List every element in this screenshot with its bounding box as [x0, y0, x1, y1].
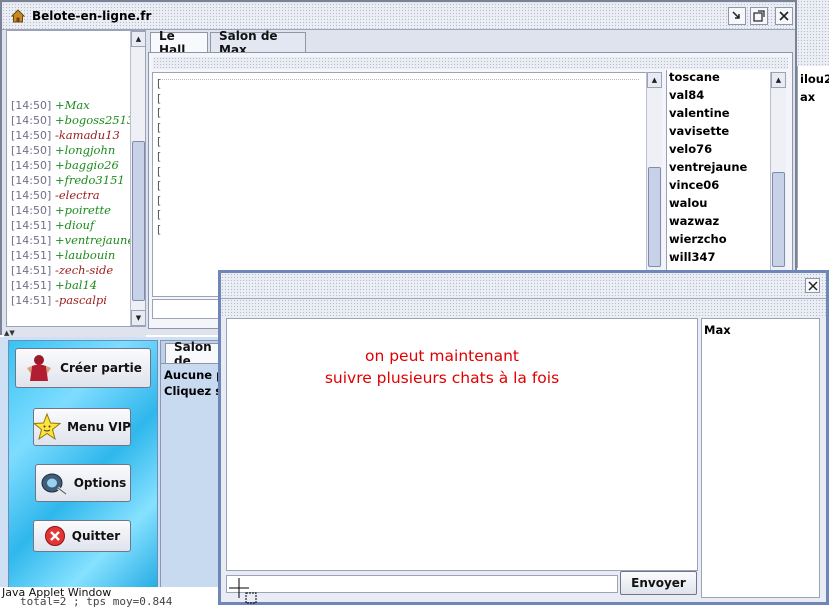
close-icon — [807, 280, 818, 291]
user-item[interactable]: will347 — [667, 248, 770, 266]
scroll-down-icon[interactable]: ▼ — [131, 310, 145, 326]
log-line: [14:50] +longjohn — [11, 143, 116, 157]
message-line: on peut maintenant — [364, 347, 519, 365]
activity-log-scrollbar[interactable]: ▲ ▼ — [130, 31, 145, 326]
hall-chat-scrollbar[interactable]: ▲ — [646, 72, 662, 272]
minimize-button[interactable] — [728, 7, 746, 25]
user-list-scrollbar[interactable]: ▲ — [770, 72, 786, 272]
hall-chat-lines: [ [ [ [ [ [ [ [ [ [ [ — [157, 77, 162, 236]
user-item[interactable]: wierzcho — [667, 230, 770, 248]
log-line: [14:50] +fredo3151 — [11, 173, 125, 187]
collapse-down-icon[interactable]: ▼ — [9, 329, 14, 337]
close-circle-icon — [44, 525, 66, 547]
log-line: [14:50] -kamadu13 — [11, 128, 120, 142]
scroll-thumb[interactable] — [772, 172, 785, 267]
console-text: total=2 ; tps moy=0.844 — [20, 595, 173, 608]
player-icon — [24, 354, 54, 382]
scroll-up-icon[interactable]: ▲ — [647, 72, 662, 88]
status-bar: Java Applet Window total=2 ; tps moy=0.8… — [0, 586, 220, 608]
log-line: [14:51] +diouf — [11, 218, 95, 232]
log-line: [14:50] +Max — [11, 98, 90, 112]
scroll-up-icon[interactable]: ▲ — [131, 31, 145, 47]
chat-popup-window: on peut maintenant suivre plusieurs chat… — [218, 270, 829, 605]
scroll-thumb[interactable] — [132, 141, 145, 301]
tab-salon-de-max[interactable]: Salon de Max — [210, 29, 306, 57]
main-title-bar[interactable]: Belote-en-ligne.fr — [2, 3, 795, 30]
home-icon — [10, 8, 26, 27]
log-line: [14:51] +bal14 — [11, 278, 98, 292]
window-title: Belote-en-ligne.fr — [32, 9, 152, 23]
log-line: [14:50] +poirette — [11, 203, 111, 217]
popup-header-band — [221, 299, 826, 317]
popup-message: on peut maintenant suivre plusieurs chat… — [227, 345, 657, 389]
user-item[interactable]: vavisette — [667, 122, 770, 140]
activity-log-panel: [14:50] +Max [14:50] +bogoss2513 [14:50]… — [6, 30, 146, 327]
user-list: toscane val84 valentine vavisette velo76… — [666, 70, 770, 270]
vip-menu-button[interactable]: Menu VIP — [33, 408, 131, 446]
maximize-button[interactable] — [750, 7, 768, 25]
popup-message-input[interactable] — [226, 575, 618, 593]
log-line: [14:50] +baggio26 — [11, 158, 119, 172]
user-item[interactable]: vince06 — [667, 176, 770, 194]
salon-panel: Salon de Aucune pa Cliquez su — [160, 340, 232, 588]
options-button[interactable]: Options — [35, 464, 131, 502]
popup-close-button[interactable] — [805, 278, 820, 293]
maximize-icon — [753, 10, 765, 22]
user-item[interactable]: toscane — [667, 70, 770, 86]
user-item[interactable]: ax — [798, 88, 829, 106]
star-icon — [33, 413, 62, 441]
user-item[interactable]: velo76 — [667, 140, 770, 158]
create-game-button[interactable]: Créer partie — [15, 348, 151, 388]
hall-chat-area: [ [ [ [ [ [ [ [ [ [ [ — [152, 72, 662, 297]
background-window-header — [797, 0, 829, 66]
log-line: [14:50] +bogoss2513 — [11, 113, 133, 127]
tab-le-hall[interactable]: Le Hall — [150, 29, 208, 57]
user-item[interactable]: wazwaz — [667, 212, 770, 230]
activity-log: [14:50] +Max [14:50] +bogoss2513 [14:50]… — [11, 98, 133, 308]
close-icon — [779, 11, 789, 21]
user-item[interactable]: valentine — [667, 104, 770, 122]
log-line: [14:51] -pascalpi — [11, 293, 107, 307]
quit-button[interactable]: Quitter — [33, 520, 131, 552]
splitter[interactable]: ▲▼ — [4, 329, 146, 337]
user-item[interactable]: ilou2l — [798, 70, 829, 88]
popup-chat-area: on peut maintenant suivre plusieurs chat… — [226, 318, 698, 571]
user-item[interactable]: walou — [667, 194, 770, 212]
user-item[interactable]: val84 — [667, 86, 770, 104]
log-line: [14:51] -zech-side — [11, 263, 114, 277]
background-window: ilou2l ax — [797, 66, 829, 268]
message-line: suivre plusieurs chats à la fois — [324, 369, 560, 387]
user-item[interactable]: ventrejaune — [667, 158, 770, 176]
log-line: [14:50] -electra — [11, 188, 100, 202]
scroll-thumb[interactable] — [648, 167, 661, 267]
participant-item[interactable]: Max — [702, 321, 819, 339]
log-line: [14:51] +laubouin — [11, 248, 116, 262]
scroll-up-icon[interactable]: ▲ — [771, 72, 786, 88]
popup-participants: Max — [701, 318, 820, 598]
tab-salon[interactable]: Salon de — [165, 340, 225, 368]
hall-panel-header — [153, 57, 788, 69]
close-button[interactable] — [775, 7, 793, 25]
popup-title-bar[interactable] — [221, 273, 826, 299]
minimize-icon — [732, 11, 740, 19]
cursor-icon — [229, 578, 261, 607]
send-button[interactable]: Envoyer — [620, 571, 697, 595]
log-line: [14:51] +ventrejaune — [11, 233, 133, 247]
options-gear-icon — [40, 470, 68, 496]
tab-strip: Le Hall Salon de Max — [150, 29, 790, 57]
